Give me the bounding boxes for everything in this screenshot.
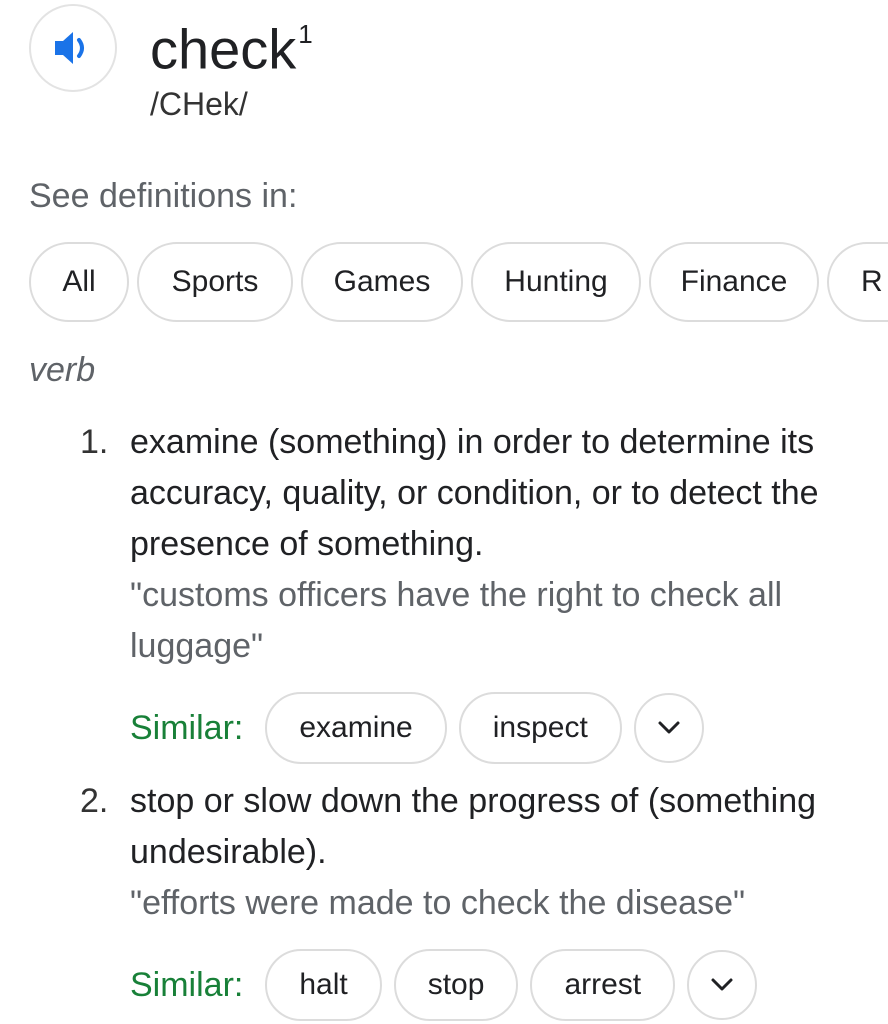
chevron-down-icon: [711, 978, 733, 991]
synonym-chip-inspect[interactable]: inspect: [458, 692, 622, 764]
definition-1: 1. examine (something) in order to deter…: [80, 417, 870, 764]
chip-hunting[interactable]: Hunting: [471, 242, 641, 322]
chip-next[interactable]: R: [827, 242, 888, 322]
similar-label: Similar:: [130, 965, 244, 1004]
headword-text: check: [150, 17, 297, 81]
more-synonyms-button[interactable]: [633, 693, 704, 763]
definition-number: 2.: [80, 782, 109, 820]
definition-example: "efforts were made to check the disease": [130, 884, 746, 922]
headword-superscript: 1: [298, 19, 313, 49]
definition-text: examine (something) in order to determin…: [130, 423, 819, 563]
more-synonyms-button[interactable]: [687, 950, 758, 1020]
synonym-chip-examine[interactable]: examine: [265, 692, 447, 764]
chip-all[interactable]: All: [29, 242, 129, 322]
part-of-speech: verb: [29, 351, 96, 389]
speaker-icon: [55, 32, 84, 64]
definition-number: 1.: [80, 423, 109, 461]
chip-finance[interactable]: Finance: [649, 242, 819, 322]
chip-sports[interactable]: Sports: [137, 242, 293, 322]
chevron-down-icon: [658, 721, 680, 734]
similar-label: Similar:: [130, 708, 244, 747]
pronounce-button[interactable]: [29, 4, 117, 92]
synonym-chip-arrest[interactable]: arrest: [530, 949, 676, 1021]
similar-row: Similar: examine inspect: [130, 692, 870, 764]
synonym-chip-stop[interactable]: stop: [393, 949, 519, 1021]
synonym-chip-halt[interactable]: halt: [265, 949, 382, 1021]
see-definitions-label: See definitions in:: [29, 177, 298, 215]
chip-games[interactable]: Games: [301, 242, 463, 322]
definition-example: "customs officers have the right to chec…: [130, 576, 783, 665]
similar-row: Similar: halt stop arrest: [130, 949, 870, 1021]
definition-2: 2. stop or slow down the progress of (so…: [80, 776, 870, 1021]
phonetic: /CHek/: [150, 86, 248, 122]
definition-text: stop or slow down the progress of (somet…: [130, 782, 817, 871]
headword: check1: [150, 4, 313, 86]
category-chips: All Sports Games Hunting Finance R: [29, 242, 888, 326]
